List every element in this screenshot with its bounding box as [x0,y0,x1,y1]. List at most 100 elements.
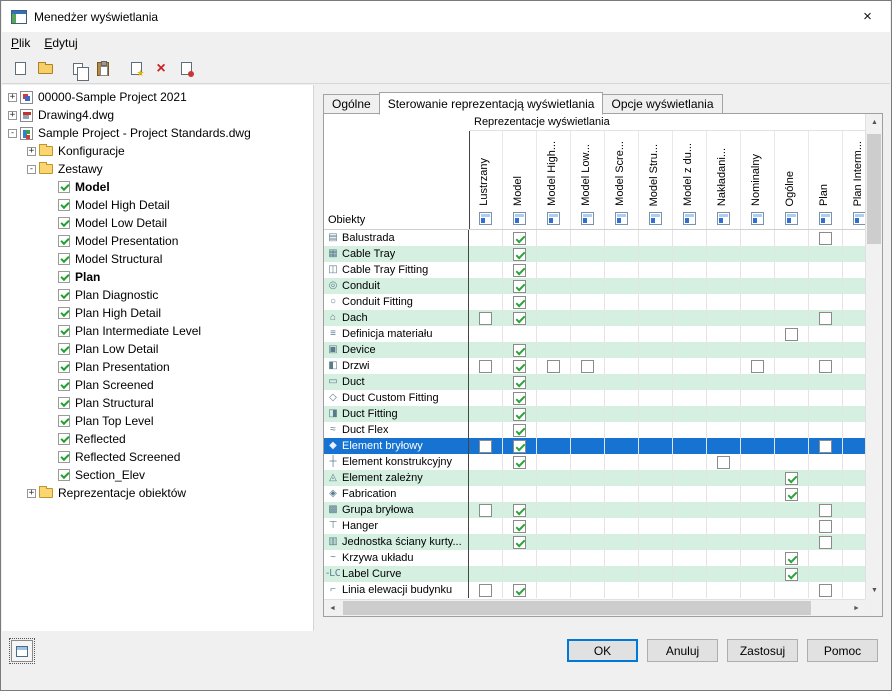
table-row-duct-custom-fitting[interactable]: ◇ Duct Custom Fitting [324,390,865,406]
tree-item-zestawy[interactable]: - Zestawy [2,160,313,178]
delete-button[interactable]: × [149,57,173,81]
scroll-right-icon[interactable]: ► [848,600,865,617]
expand-plus-icon[interactable]: + [27,146,36,156]
anchor-dock-button[interactable] [9,638,35,664]
anuluj-button[interactable]: Anuluj [647,639,718,662]
table-row-cable-tray-fitting[interactable]: ◫ Cable Tray Fitting [324,262,865,278]
checkbox-duct-fitting-model[interactable] [513,407,526,421]
checkbox-krzywa-uk-adu-og-lne[interactable] [785,551,798,565]
table-row-dach[interactable]: ⌂ Dach [324,310,865,326]
table-row-drzwi[interactable]: ◧ Drzwi [324,358,865,374]
purge-button[interactable] [174,57,198,81]
scroll-left-icon[interactable]: ◄ [324,600,341,617]
menu-edytuj[interactable]: Edytuj [37,33,84,54]
column-header-lustrzany[interactable]: Lustrzany [469,131,503,229]
checkbox-conduit-fitting-model[interactable] [513,295,526,309]
tree-item-00000-sample-project-2021[interactable]: +00000-Sample Project 2021 [2,88,313,106]
column-header-plan-interm[interactable]: Plan Interm... [843,131,865,229]
checkbox-element-bry-owy-plan[interactable] [819,439,832,453]
expand-plus-icon[interactable]: + [8,110,17,120]
tree-item-drawing4-dwg[interactable]: + Drawing4.dwg [2,106,313,124]
checkbox-label-curve-og-lne[interactable] [785,567,798,581]
column-header-model-low[interactable]: Model Low... [571,131,605,229]
horizontal-scroll-thumb[interactable] [343,601,811,615]
table-row-hanger[interactable]: ⊤ Hanger [324,518,865,534]
open-button[interactable] [33,57,57,81]
checkbox-duct-model[interactable] [513,375,526,389]
checkbox-linia-elewacji-budynku-lustrzany[interactable] [479,583,492,597]
checkbox-fabrication-og-lne[interactable] [785,487,798,501]
checkbox-balustrada-model[interactable] [513,231,526,245]
tree-item-sample-project-project-standards-dwg[interactable]: - Sample Project - Project Standards.dwg [2,124,313,142]
scroll-down-icon[interactable]: ▼ [866,582,883,599]
tree-item-plan-presentation[interactable]: Plan Presentation [2,358,313,376]
table-row-element-bry-owy[interactable]: ◆ Element bryłowy [324,438,865,454]
checkbox-grupa-bry-owa-lustrzany[interactable] [479,503,492,517]
checkbox-duct-flex-model[interactable] [513,423,526,437]
tree-item-plan[interactable]: Plan [2,268,313,286]
zastosuj-button[interactable]: Zastosuj [727,639,798,662]
checkbox-element-zale-ny-og-lne[interactable] [785,471,798,485]
checkbox-grupa-bry-owa-plan[interactable] [819,503,832,517]
table-row-grupa-bry-owa[interactable]: ▩ Grupa bryłowa [324,502,865,518]
scroll-up-icon[interactable]: ▲ [866,114,883,131]
checkbox-dach-plan[interactable] [819,311,832,325]
checkbox-element-bry-owy-lustrzany[interactable] [479,439,492,453]
table-row-duct[interactable]: ▭ Duct [324,374,865,390]
pomoc-button[interactable]: Pomoc [807,639,878,662]
checkbox-drzwi-model[interactable] [513,359,526,373]
expand-plus-icon[interactable]: + [27,488,36,498]
table-row-duct-fitting[interactable]: ◨ Duct Fitting [324,406,865,422]
tab-opcje-wy-wietlania[interactable]: Opcje wyświetlania [602,94,723,114]
column-header-model-scre[interactable]: Model Scre... [605,131,639,229]
collapse-minus-icon[interactable]: - [8,128,17,138]
checkbox-element-konstrukcyjny-nak-adani[interactable] [717,455,730,469]
checkbox-balustrada-plan[interactable] [819,231,832,245]
tree-item-reflected-screened[interactable]: Reflected Screened [2,448,313,466]
checkbox-cable-tray-model[interactable] [513,247,526,261]
close-button[interactable]: × [845,1,890,32]
column-header-nominalny[interactable]: Nominalny [741,131,775,229]
column-header-model-z-du[interactable]: Model z du... [673,131,707,229]
table-row-duct-flex[interactable]: ≈ Duct Flex [324,422,865,438]
table-row-element-zale-ny[interactable]: ◬ Element zależny [324,470,865,486]
table-row-fabrication[interactable]: ◈ Fabrication [324,486,865,502]
checkbox-drzwi-lustrzany[interactable] [479,359,492,373]
checkbox-device-model[interactable] [513,343,526,357]
checkbox-jednostka-ciany-kurty-plan[interactable] [819,535,832,549]
tree-item-konfiguracje[interactable]: + Konfiguracje [2,142,313,160]
new-button[interactable] [8,57,32,81]
vertical-scrollbar[interactable]: ▲ ▼ [865,114,882,599]
table-row-element-konstrukcyjny[interactable]: ┼ Element konstrukcyjny [324,454,865,470]
vertical-scroll-thumb[interactable] [867,134,881,244]
checkbox-definicja-materia-u-og-lne[interactable] [785,327,798,341]
tree-item-model-structural[interactable]: Model Structural [2,250,313,268]
checkbox-dach-lustrzany[interactable] [479,311,492,325]
table-row-device[interactable]: ▣ Device [324,342,865,358]
tree-item-model[interactable]: Model [2,178,313,196]
tree-item-plan-structural[interactable]: Plan Structural [2,394,313,412]
column-header-nak-adani[interactable]: Nakładani... [707,131,741,229]
collapse-minus-icon[interactable]: - [27,164,36,174]
checkbox-dach-model[interactable] [513,311,526,325]
checkbox-grupa-bry-owa-model[interactable] [513,503,526,517]
checkbox-element-konstrukcyjny-model[interactable] [513,455,526,469]
tree-item-reflected[interactable]: Reflected [2,430,313,448]
checkbox-duct-custom-fitting-model[interactable] [513,391,526,405]
tree-item-plan-screened[interactable]: Plan Screened [2,376,313,394]
menu-plik[interactable]: Plik [4,33,37,54]
table-row-definicja-materia-u[interactable]: ≡ Definicja materiału [324,326,865,342]
checkbox-element-bry-owy-model[interactable] [513,439,526,453]
checkbox-drzwi-plan[interactable] [819,359,832,373]
tree-item-section-elev[interactable]: Section_Elev [2,466,313,484]
horizontal-scrollbar[interactable]: ◄ ► [324,599,865,616]
ok-button[interactable]: OK [567,639,638,662]
checkbox-drzwi-model-high[interactable] [547,359,560,373]
checkbox-jednostka-ciany-kurty-model[interactable] [513,535,526,549]
checkbox-drzwi-nominalny[interactable] [751,359,764,373]
column-header-og-lne[interactable]: Ogólne [775,131,809,229]
checkbox-cable-tray-fitting-model[interactable] [513,263,526,277]
table-row-linia-elewacji-budynku[interactable]: ⌐ Linia elewacji budynku [324,582,865,598]
table-row-label-curve[interactable]: -LC-Label Curve [324,566,865,582]
column-header-model-high[interactable]: Model High... [537,131,571,229]
